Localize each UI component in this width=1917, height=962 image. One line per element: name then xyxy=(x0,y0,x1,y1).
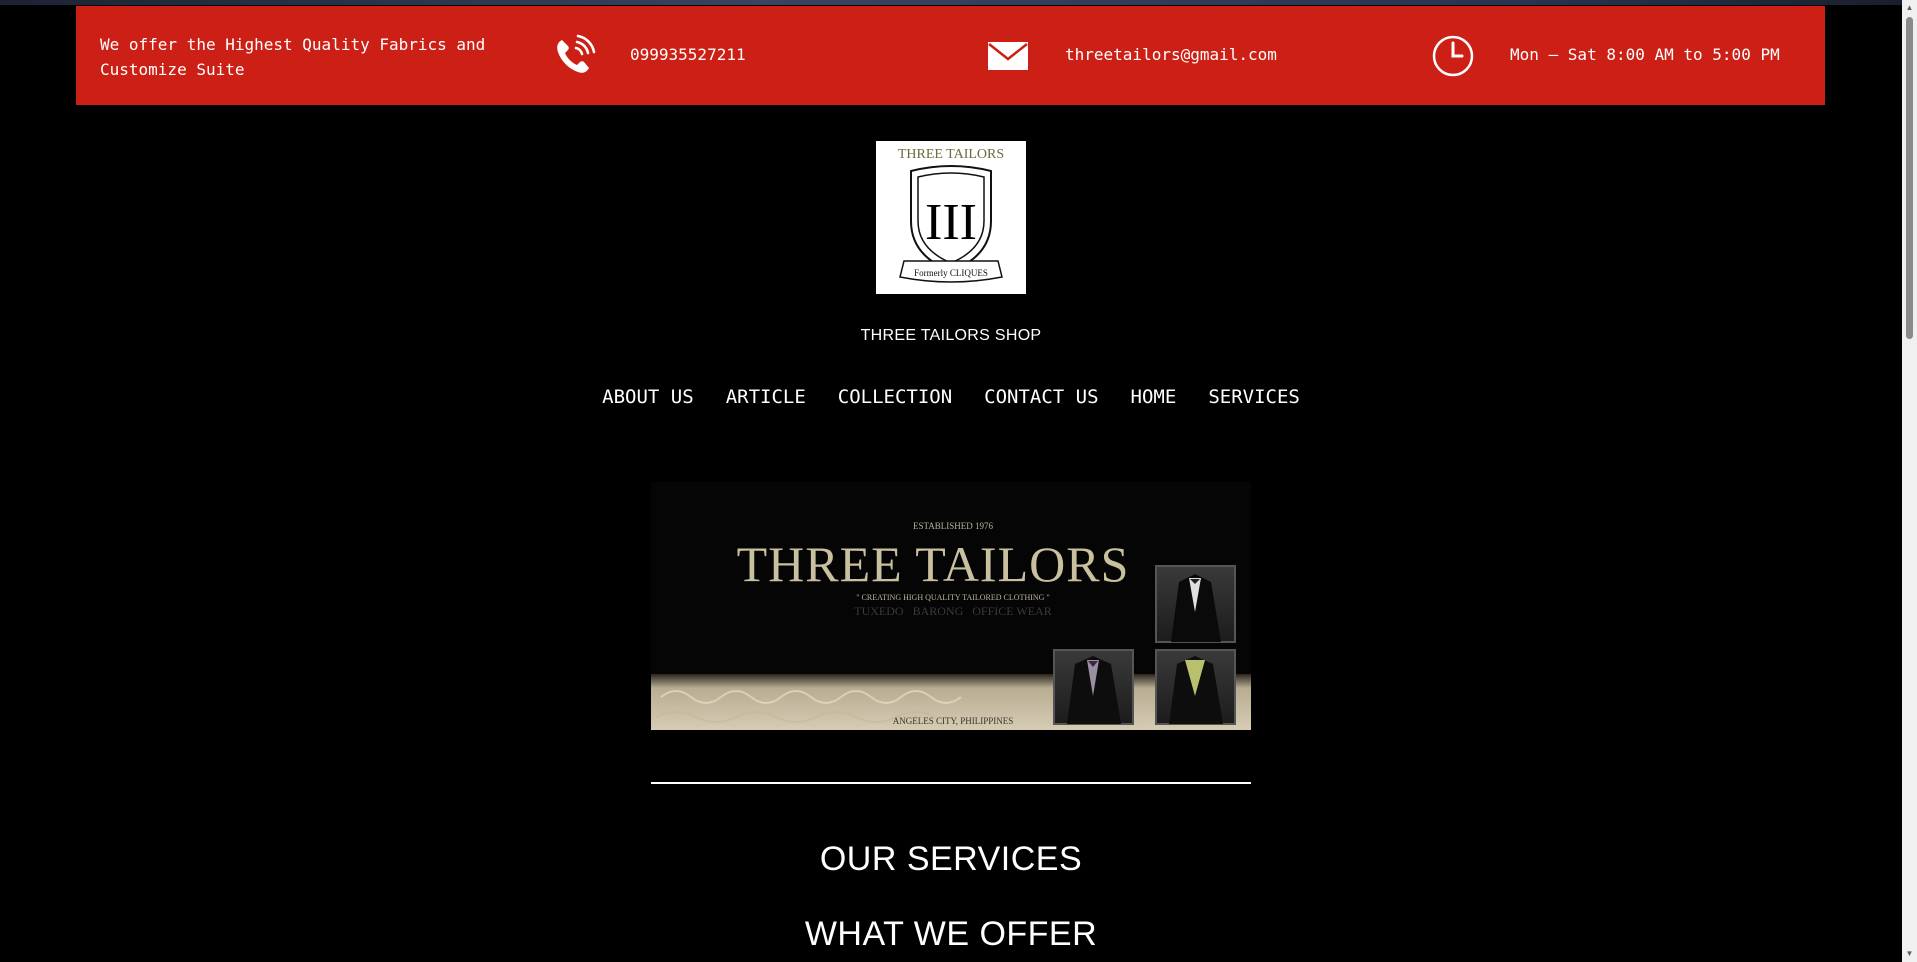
nav-home[interactable]: HOME xyxy=(1131,386,1177,408)
logo-top-text: THREE TAILORS xyxy=(898,147,1004,162)
page-scrollbar[interactable]: ▲ ▼ xyxy=(1902,0,1917,962)
clock-icon xyxy=(1431,34,1475,78)
scrollbar-thumb[interactable] xyxy=(1906,17,1913,339)
services-heading: OUR SERVICES xyxy=(819,840,1083,878)
shop-logo[interactable]: THREE TAILORS III Formerly CLIQUES xyxy=(876,141,1026,294)
offer-heading: WHAT WE OFFER xyxy=(804,915,1098,953)
banner-established: ESTABLISHED 1976 xyxy=(913,521,994,531)
tuxedo-image-1 xyxy=(1155,565,1236,643)
business-hours: Mon – Sat 8:00 AM to 5:00 PM xyxy=(1510,45,1780,64)
section-divider xyxy=(651,782,1251,784)
tuxedo-image-2 xyxy=(1053,649,1134,725)
banner-title: THREE TAILORS xyxy=(737,536,1130,592)
phone-icon xyxy=(552,34,596,78)
banner-location: ANGELES CITY, PHILIPPINES xyxy=(893,716,1014,726)
scroll-down-icon[interactable]: ▼ xyxy=(1902,946,1917,962)
logo-crest-text: III xyxy=(925,194,977,251)
scroll-up-icon[interactable]: ▲ xyxy=(1902,0,1917,16)
tuxedo-image-3 xyxy=(1155,649,1236,725)
banner-categories: TUXEDO BARONG OFFICE WEAR xyxy=(854,604,1051,618)
phone-number[interactable]: 099935527211 xyxy=(630,45,746,65)
contact-bar: We offer the Highest Quality Fabrics and… xyxy=(76,6,1825,105)
nav-article[interactable]: ARTICLE xyxy=(726,386,806,408)
hero-banner: ESTABLISHED 1976 THREE TAILORS " CREATIN… xyxy=(651,482,1251,730)
nav-services[interactable]: SERVICES xyxy=(1208,386,1300,408)
mail-icon xyxy=(986,40,1030,72)
logo-ribbon-text: Formerly CLIQUES xyxy=(914,268,988,278)
nav-contact-us[interactable]: CONTACT US xyxy=(984,386,1098,408)
main-nav: ABOUT US ARTICLE COLLECTION CONTACT US H… xyxy=(0,386,1902,408)
contact-bar-tagline: We offer the Highest Quality Fabrics and… xyxy=(100,35,486,79)
shop-name: THREE TAILORS SHOP xyxy=(860,327,1042,344)
browser-top-accent xyxy=(0,0,1902,5)
email-address[interactable]: threetailors@gmail.com xyxy=(1065,45,1277,65)
banner-tagline: " CREATING HIGH QUALITY TAILORED CLOTHIN… xyxy=(856,593,1049,602)
nav-about-us[interactable]: ABOUT US xyxy=(602,386,694,408)
nav-collection[interactable]: COLLECTION xyxy=(838,386,952,408)
